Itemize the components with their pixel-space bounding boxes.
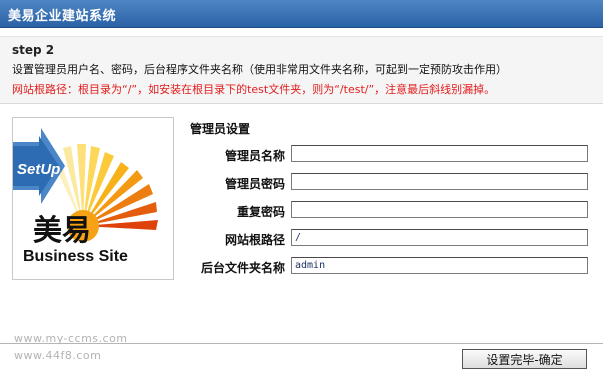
setup-logo: SetUp 美易 Business Site (12, 117, 174, 280)
brand-name-cn: 美易 (33, 213, 91, 247)
site-root-path-label: 网站根路径 (224, 233, 285, 247)
repeat-password-label: 重复密码 (236, 205, 285, 219)
admin-name-input[interactable] (291, 145, 588, 162)
brand-name-en: Business Site (23, 248, 128, 265)
admin-folder-input[interactable] (291, 257, 588, 274)
path-warning: 网站根路径：根目录为“/”，如安装在根目录下的test文件夹，则为“/test/… (12, 83, 496, 96)
watermark-url-2: www.44f8.com (14, 349, 102, 362)
site-root-path-input[interactable] (291, 229, 588, 246)
step-description: 设置管理员用户名、密码，后台程序文件夹名称（使用非常用文件夹名称，可起到一定预防… (12, 63, 507, 76)
info-panel: step 2 设置管理员用户名、密码，后台程序文件夹名称（使用非常用文件夹名称，… (0, 36, 603, 104)
repeat-password-input[interactable] (291, 201, 588, 218)
admin-folder-label: 后台文件夹名称 (200, 261, 285, 275)
app-title: 美易企业建站系统 (8, 9, 117, 24)
title-bar: 美易企业建站系统 (0, 0, 603, 28)
admin-password-label: 管理员密码 (224, 177, 285, 191)
admin-name-label: 管理员名称 (224, 149, 285, 163)
admin-password-input[interactable] (291, 173, 588, 190)
setup-text: SetUp (17, 161, 60, 178)
admin-settings-title: 管理员设置 (190, 122, 251, 136)
step-label: step 2 (12, 43, 55, 57)
confirm-settings-button[interactable]: 设置完毕-确定 (462, 349, 587, 369)
setup-logo-graphic: SetUp 美易 Business Site (13, 128, 158, 265)
footer-divider (0, 343, 603, 344)
